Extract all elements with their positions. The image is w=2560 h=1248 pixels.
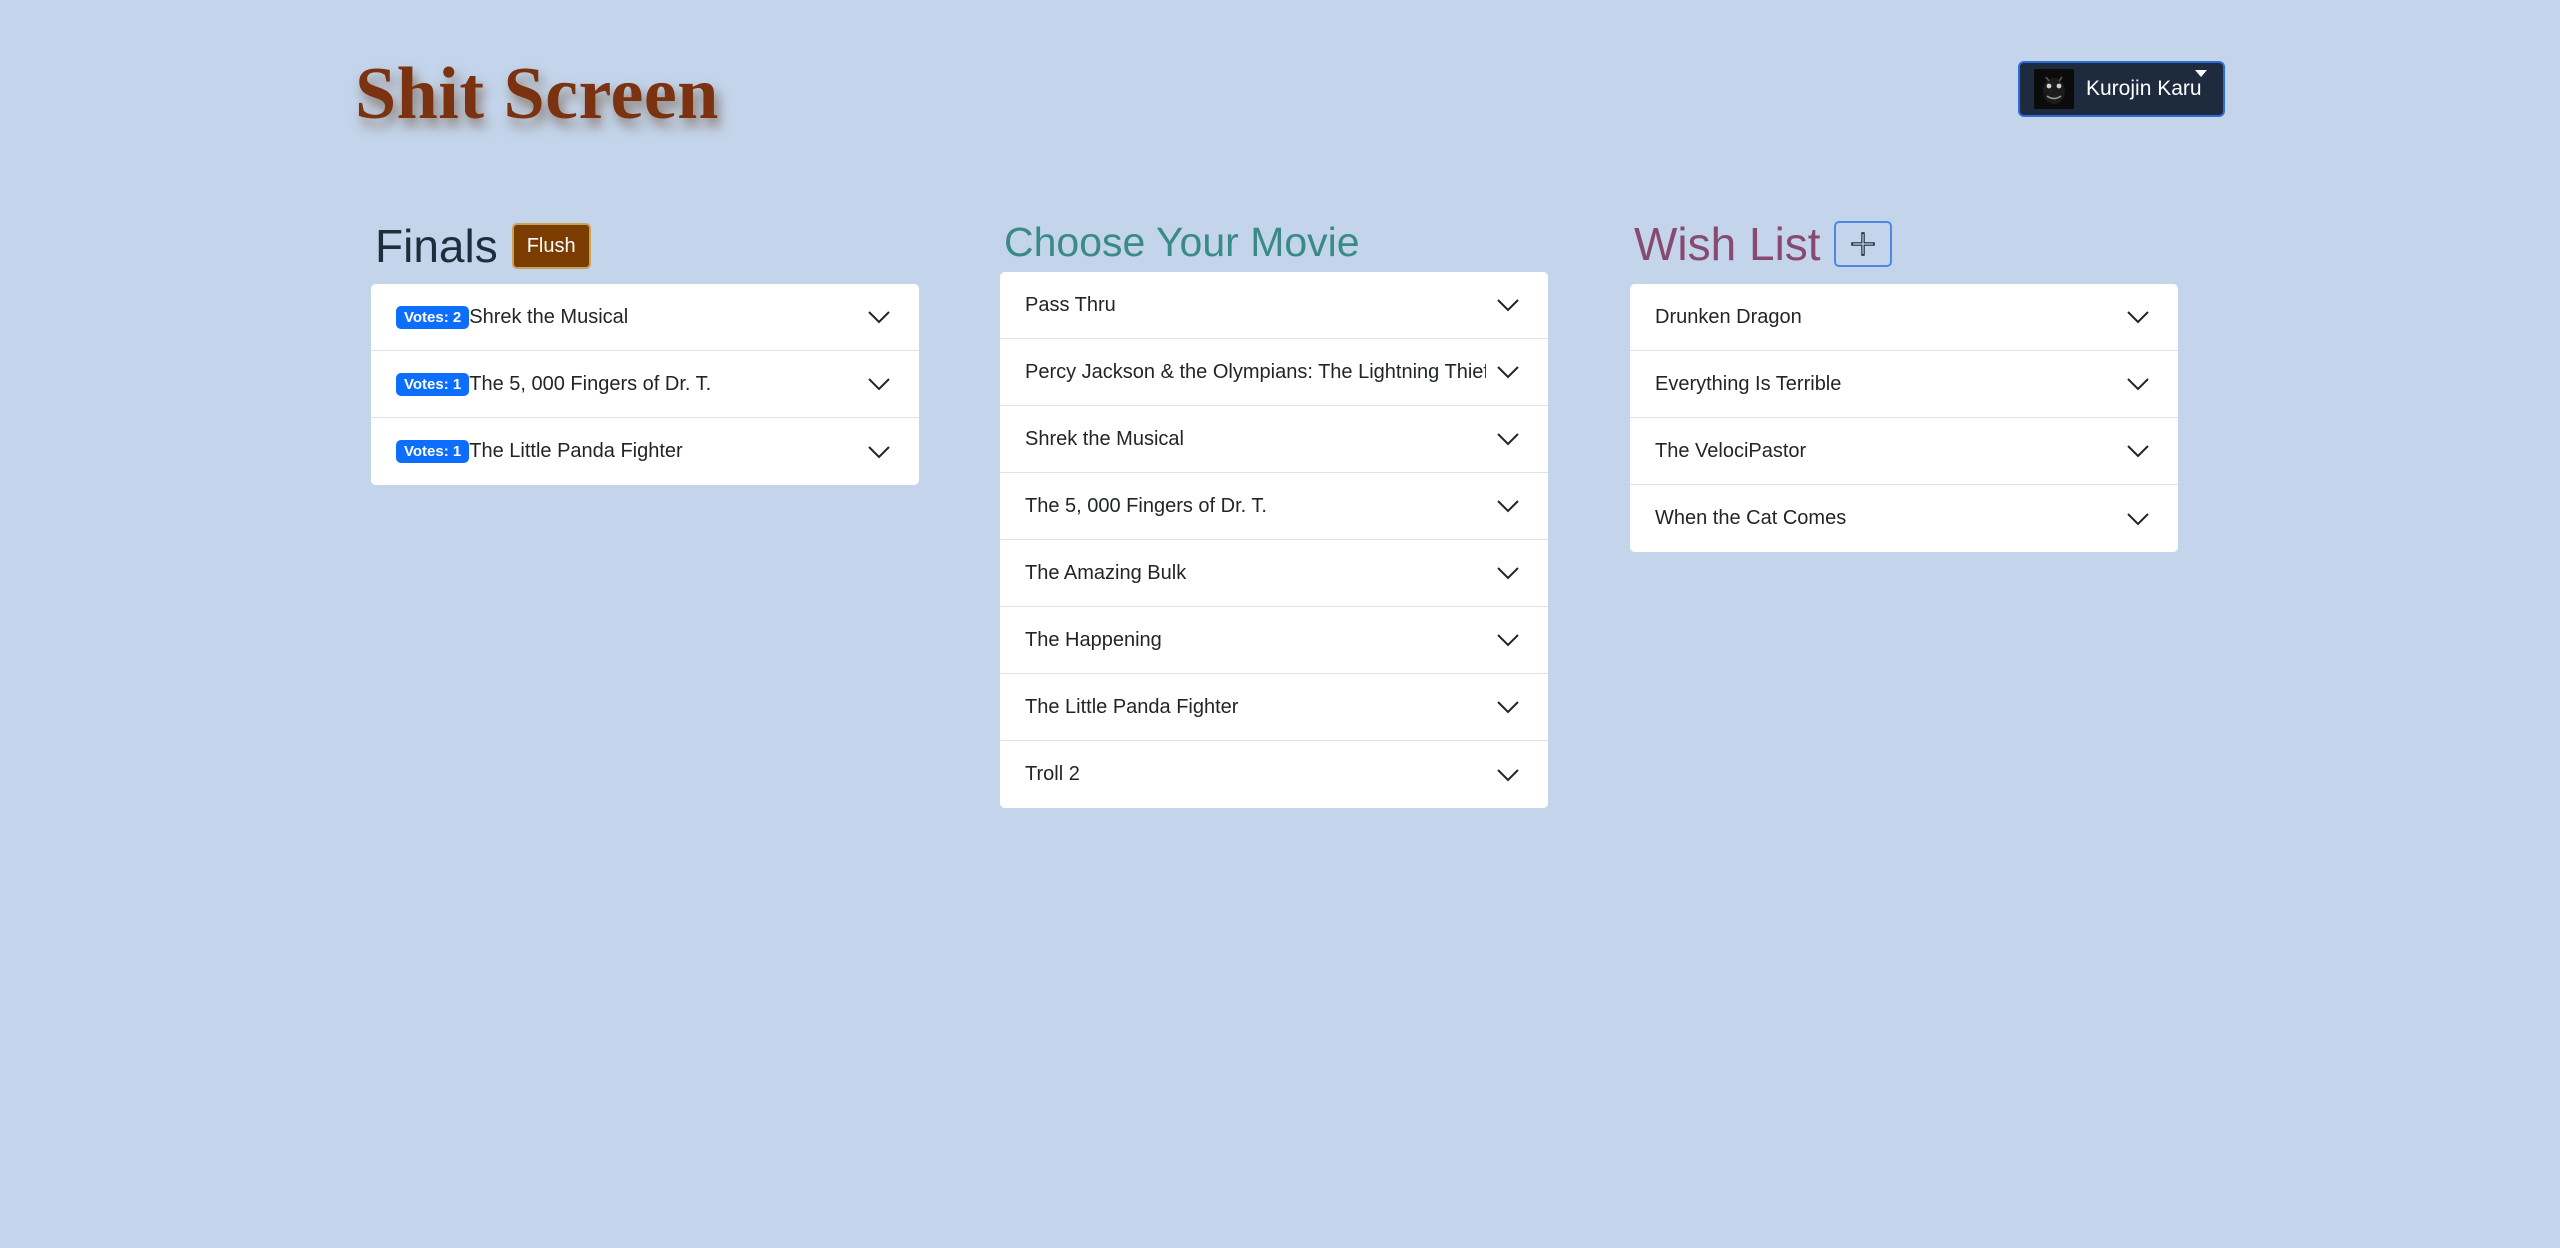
movie-item-title: The Amazing Bulk bbox=[1025, 561, 1187, 584]
movie-item-title: The Little Panda Fighter bbox=[1025, 695, 1239, 718]
add-wish-button[interactable] bbox=[1833, 221, 1892, 267]
site-title: Shit Screen bbox=[355, 53, 719, 135]
caret-down-icon bbox=[2195, 70, 2207, 77]
flush-button[interactable]: Flush bbox=[511, 223, 591, 269]
finals-item[interactable]: Votes: 1 The Little Panda Fighter bbox=[371, 418, 919, 485]
chevron-down-icon bbox=[868, 445, 890, 458]
movie-item[interactable]: The Little Panda Fighter bbox=[1000, 674, 1548, 741]
movie-item-title: Troll 2 bbox=[1025, 763, 1080, 785]
finals-heading: Finals bbox=[375, 220, 498, 272]
finals-item-title: Shrek the Musical bbox=[469, 305, 629, 328]
wish-list-header: Wish List bbox=[1634, 214, 2178, 274]
finals-item[interactable]: Votes: 2 Shrek the Musical bbox=[371, 284, 919, 351]
user-menu-dropdown[interactable]: Kurojin Karu bbox=[2018, 61, 2225, 117]
finals-header: Finals Flush bbox=[375, 216, 919, 276]
chevron-down-icon bbox=[1497, 433, 1519, 446]
wish-list-heading: Wish List bbox=[1634, 218, 1821, 270]
chevron-down-icon bbox=[868, 378, 890, 391]
choose-accordion: Pass Thru Percy Jackson & the Olympians:… bbox=[1000, 272, 1548, 808]
plus-icon bbox=[1850, 232, 1875, 256]
votes-badge: Votes: 1 bbox=[396, 372, 470, 396]
wish-item-title: The VelociPastor bbox=[1655, 439, 1807, 462]
finals-item-title: The 5, 000 Fingers of Dr. T. bbox=[469, 372, 712, 395]
chevron-down-icon bbox=[1497, 500, 1519, 513]
chevron-down-icon bbox=[1497, 634, 1519, 647]
movie-item[interactable]: The 5, 000 Fingers of Dr. T. bbox=[1000, 473, 1548, 540]
votes-badge: Votes: 1 bbox=[396, 440, 470, 463]
chevron-down-icon bbox=[1497, 701, 1519, 714]
wish-item-title: Everything Is Terrible bbox=[1655, 372, 1842, 395]
movie-item-title: Percy Jackson & the Olympians: The Light… bbox=[1025, 360, 1486, 383]
chevron-down-icon bbox=[1497, 567, 1519, 580]
movie-item-title: The Happening bbox=[1025, 628, 1162, 651]
wish-list-column: Wish List Drunken Dragon Everything Is T… bbox=[1630, 214, 2178, 552]
chevron-down-icon bbox=[1497, 299, 1519, 312]
movie-item[interactable]: Pass Thru bbox=[1000, 272, 1548, 339]
user-name: Kurojin Karu bbox=[2086, 77, 2202, 100]
chevron-down-icon bbox=[2127, 445, 2149, 458]
wish-item[interactable]: The VelociPastor bbox=[1630, 418, 2178, 485]
wish-list-accordion: Drunken Dragon Everything Is Terrible Th… bbox=[1630, 284, 2178, 552]
movie-item-title: Pass Thru bbox=[1025, 293, 1116, 316]
movie-item[interactable]: Shrek the Musical bbox=[1000, 406, 1548, 473]
chevron-down-icon bbox=[2127, 311, 2149, 324]
chevron-down-icon bbox=[1497, 768, 1519, 781]
wish-item[interactable]: When the Cat Comes bbox=[1630, 485, 2178, 552]
movie-item[interactable]: Percy Jackson & the Olympians: The Light… bbox=[1000, 339, 1548, 406]
wish-item-title: When the Cat Comes bbox=[1655, 507, 1847, 529]
movie-item[interactable]: Troll 2 bbox=[1000, 741, 1548, 808]
finals-item-title: The Little Panda Fighter bbox=[469, 440, 683, 462]
movie-item[interactable]: The Amazing Bulk bbox=[1000, 540, 1548, 607]
wish-item-title: Drunken Dragon bbox=[1655, 305, 1802, 328]
finals-accordion: Votes: 2 Shrek the Musical Votes: 1 The … bbox=[371, 284, 919, 485]
user-avatar bbox=[2034, 69, 2074, 109]
votes-badge: Votes: 2 bbox=[396, 305, 470, 329]
choose-header: Choose Your Movie bbox=[1004, 212, 1548, 272]
wish-item[interactable]: Everything Is Terrible bbox=[1630, 351, 2178, 418]
chevron-down-icon bbox=[2127, 512, 2149, 525]
movie-item-title: The 5, 000 Fingers of Dr. T. bbox=[1025, 494, 1267, 517]
movie-item[interactable]: The Happening bbox=[1000, 607, 1548, 674]
chevron-down-icon bbox=[1497, 366, 1519, 379]
chevron-down-icon bbox=[2127, 378, 2149, 391]
choose-column: Choose Your Movie Pass Thru Percy Jackso… bbox=[1000, 212, 1548, 808]
chevron-down-icon bbox=[868, 311, 890, 324]
wish-item[interactable]: Drunken Dragon bbox=[1630, 284, 2178, 351]
choose-heading: Choose Your Movie bbox=[1004, 218, 1360, 265]
finals-item[interactable]: Votes: 1 The 5, 000 Fingers of Dr. T. bbox=[371, 351, 919, 418]
movie-item-title: Shrek the Musical bbox=[1025, 427, 1184, 450]
finals-column: Finals Flush Votes: 2 Shrek the Musical … bbox=[371, 216, 919, 485]
